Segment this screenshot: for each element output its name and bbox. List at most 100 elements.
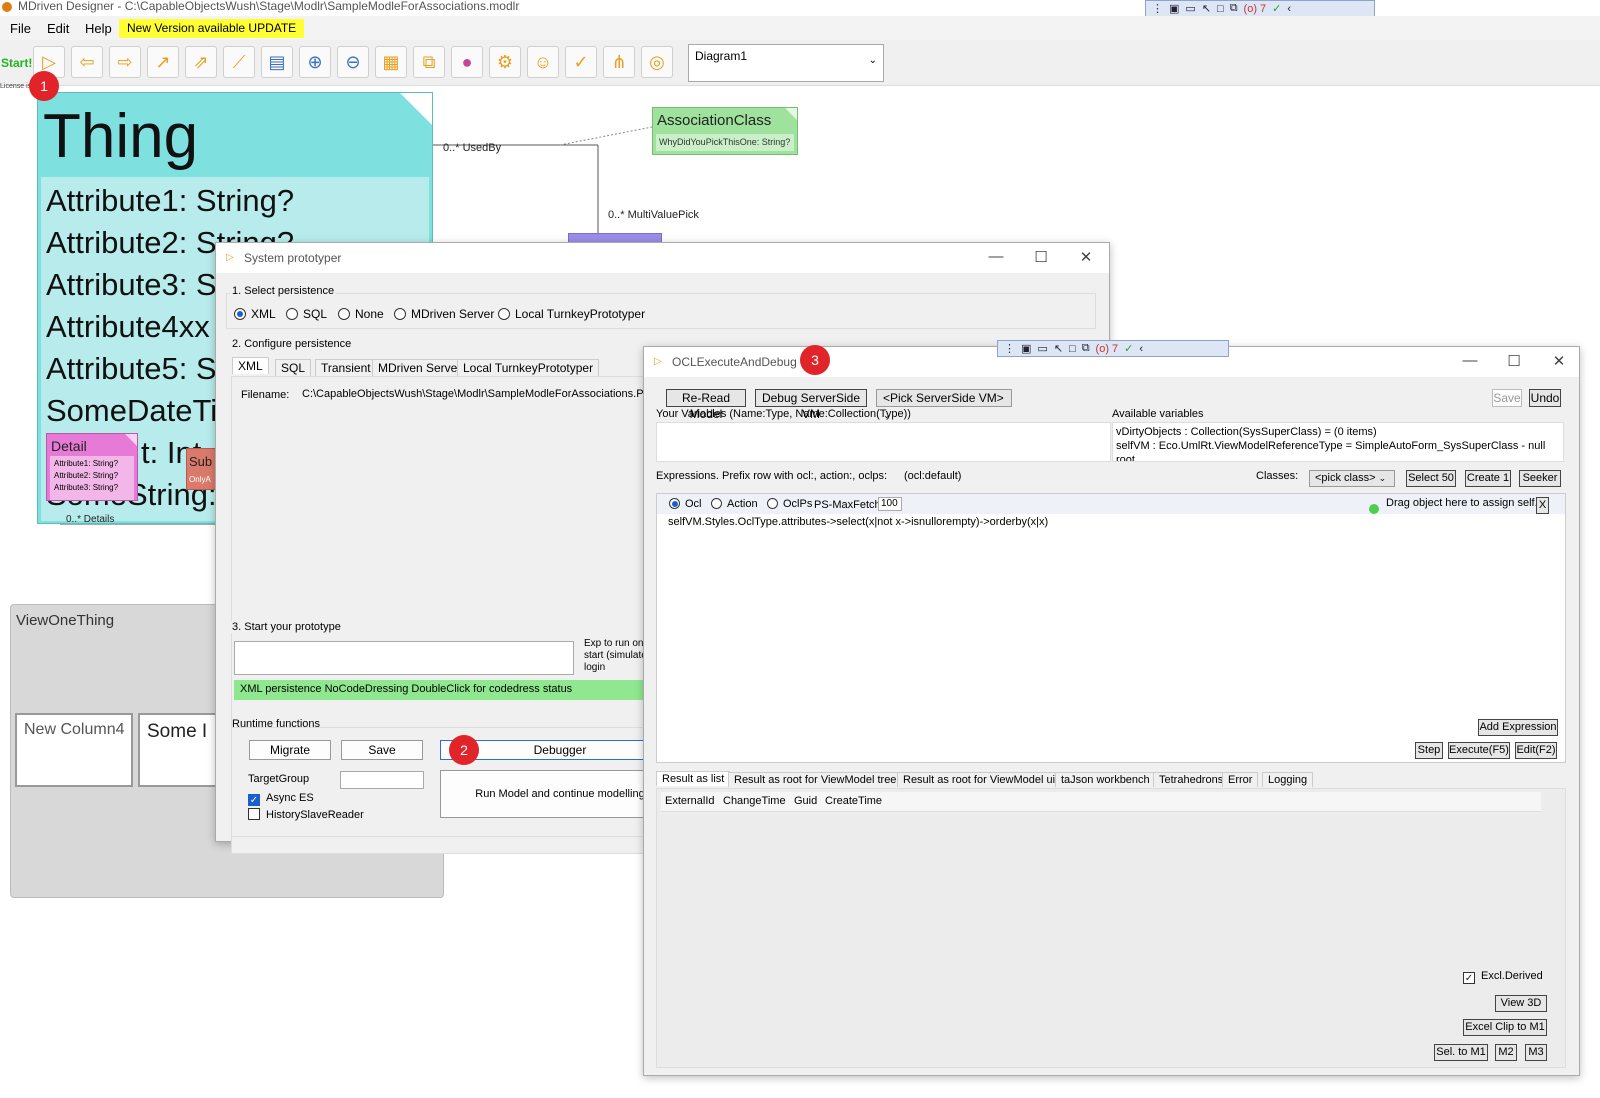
attribute[interactable]: Attribute1: String? xyxy=(46,183,294,219)
section-configure-persistence: 2. Configure persistence xyxy=(230,338,354,350)
ps-maxfetch-field[interactable]: 100 xyxy=(878,497,902,511)
radio-none[interactable]: None xyxy=(338,307,384,321)
tab-local-turnkey[interactable]: Local TurnkeyPrototyper xyxy=(457,359,600,376)
tab-transient[interactable]: Transient xyxy=(315,359,377,376)
tab-logging[interactable]: Logging xyxy=(1262,772,1314,787)
checkbox-box xyxy=(248,808,260,820)
maximize-icon[interactable]: ☐ xyxy=(1031,248,1051,266)
drag-hint: Drag object here to assign self. xyxy=(1386,497,1538,509)
expressions-label: Expressions. Prefix row with ocl:, actio… xyxy=(656,470,888,482)
tab-sql[interactable]: SQL xyxy=(275,359,312,376)
radio-mdriven-server[interactable]: MDriven Server xyxy=(394,307,494,321)
frame-select-icon[interactable]: ▣ xyxy=(1021,342,1031,355)
column-header[interactable]: CreateTime xyxy=(825,795,882,807)
column-header[interactable]: ExternalId xyxy=(665,795,715,807)
close-icon[interactable]: ✕ xyxy=(1076,248,1096,266)
tab-tajson-workbench[interactable]: taJson workbench xyxy=(1055,772,1156,787)
attribute[interactable]: Attribute3: String? xyxy=(54,482,130,494)
ocl-execute-debug-window: ▷ OCLExecuteAndDebug — ☐ ✕ ⋮ ▣ ▭ ↖ □ ⧉ (… xyxy=(643,340,1580,1076)
expression-editor[interactable]: Ocl Action OclPs PS-MaxFetch 100 Drag ob… xyxy=(656,493,1566,763)
your-variables-field[interactable] xyxy=(656,422,1111,462)
clear-expression-button[interactable]: X xyxy=(1536,497,1549,514)
column-header[interactable]: Guid xyxy=(794,795,817,807)
excl-derived-checkbox[interactable]: ✓ Excl.Derived xyxy=(1463,970,1543,984)
radio-local-turnkey[interactable]: Local TurnkeyPrototyper xyxy=(498,307,645,321)
your-variables-label: Your Variables (Name:Type, Name:Collecti… xyxy=(656,408,911,420)
rect-icon[interactable]: □ xyxy=(1069,343,1076,355)
sel-to-m1-button[interactable]: Sel. to M1 xyxy=(1434,1044,1488,1061)
tab-mdriven-server[interactable]: MDriven Server xyxy=(372,359,468,376)
chevron-left-icon[interactable]: ‹ xyxy=(1139,343,1143,355)
create1-button[interactable]: Create 1 xyxy=(1465,470,1511,487)
attribute[interactable]: WhyDidYouPickThisOne: String? xyxy=(656,134,794,151)
minimize-icon[interactable]: — xyxy=(986,248,1006,265)
view3d-button[interactable]: View 3D xyxy=(1495,995,1547,1012)
class-sub[interactable]: Sub OnlyA xyxy=(186,448,216,490)
class-associationclass[interactable]: AssociationClass WhyDidYouPickThisOne: S… xyxy=(652,107,798,155)
attribute[interactable]: Attribute2: String? xyxy=(54,470,130,482)
seeker-button[interactable]: Seeker xyxy=(1519,470,1561,487)
tab-result-viewmodel-tree[interactable]: Result as root for ViewModel tree xyxy=(728,772,903,787)
radio-label: XML xyxy=(251,307,276,321)
edit-button[interactable]: Edit(F2) xyxy=(1515,742,1557,759)
target-group-field[interactable] xyxy=(340,771,424,789)
class-detail[interactable]: Detail Attribute1: String? Attribute2: S… xyxy=(46,433,138,501)
pick-class-select[interactable]: <pick class> ⌄ xyxy=(1309,470,1395,487)
radio-oclps[interactable]: OclPs xyxy=(767,498,812,510)
exp-on-start-field[interactable] xyxy=(234,641,574,675)
debug-serverside-vm-button[interactable]: Debug ServerSide VM xyxy=(755,389,867,421)
excel-clip-button[interactable]: Excel Clip to M1 xyxy=(1463,1019,1547,1036)
save-button[interactable]: Save xyxy=(1492,389,1522,407)
m3-button[interactable]: M3 xyxy=(1525,1044,1547,1061)
class-corner-icon xyxy=(785,108,797,120)
app-icon: ▷ xyxy=(226,252,234,263)
radio-xml[interactable]: XML xyxy=(234,307,276,321)
tab-error[interactable]: Error xyxy=(1222,772,1259,787)
close-icon[interactable]: ✕ xyxy=(1549,352,1569,370)
attribute: OnlyA xyxy=(189,475,211,484)
select50-button[interactable]: Select 50 xyxy=(1406,470,1456,487)
tab-result-viewmodel-ui[interactable]: Result as root for ViewModel ui xyxy=(897,772,1062,787)
multi-select-icon[interactable]: ⧉ xyxy=(1082,342,1090,355)
step-button[interactable]: Step xyxy=(1415,742,1443,759)
status-bar[interactable]: XML persistence NoCodeDressing DoubleCli… xyxy=(234,680,704,700)
grip-icon[interactable]: ⋮ xyxy=(1004,342,1015,355)
class-detail-title: Detail xyxy=(51,438,87,454)
ocl-expression-text[interactable]: selfVM.Styles.OclType.attributes->select… xyxy=(668,516,1048,528)
radio-action[interactable]: Action xyxy=(711,498,758,510)
camera-icon[interactable]: ▭ xyxy=(1037,342,1047,355)
radio-ocl[interactable]: Ocl xyxy=(669,498,702,510)
tab-xml[interactable]: XML xyxy=(232,357,269,374)
add-expression-button[interactable]: Add Expression xyxy=(1478,719,1558,736)
history-slave-checkbox[interactable]: HistorySlaveReader xyxy=(248,808,364,821)
class-thing-title: Thing xyxy=(43,102,199,171)
save-button[interactable]: Save xyxy=(341,740,423,760)
column-header[interactable]: ChangeTime xyxy=(723,795,786,807)
available-variables-list[interactable]: vDirtyObjects : Collection(SysSuperClass… xyxy=(1112,422,1564,462)
minimize-icon[interactable]: — xyxy=(1460,352,1480,369)
result-panel: ExternalId ChangeTime Guid CreateTime ✓ E… xyxy=(656,788,1566,1068)
tab-tetrahedrons[interactable]: Tetrahedrons xyxy=(1153,772,1230,787)
reread-model-button[interactable]: Re-Read Model xyxy=(666,389,746,421)
pointer-icon[interactable]: ↖ xyxy=(1054,342,1063,355)
check-icon[interactable]: ✓ xyxy=(1124,342,1133,355)
select-value: <pick class> xyxy=(1315,472,1376,484)
migrate-button[interactable]: Migrate xyxy=(249,740,331,760)
tab-result-as-list[interactable]: Result as list xyxy=(656,771,731,786)
attribute[interactable]: Attribute1: String? xyxy=(54,458,130,470)
maximize-icon[interactable]: ☐ xyxy=(1504,352,1524,370)
m2-button[interactable]: M2 xyxy=(1495,1044,1517,1061)
attribute[interactable]: SomeDateTi xyxy=(46,393,217,429)
pick-serverside-vm-select[interactable]: <Pick ServerSide VM> ⌄ xyxy=(876,389,1012,420)
attribute[interactable]: Attribute3: S xyxy=(46,267,217,303)
attribute[interactable]: Attribute5: S xyxy=(46,351,217,387)
step-badge-1: 1 xyxy=(29,71,59,101)
undo-button[interactable]: Undo xyxy=(1529,389,1561,407)
label-usedby: 0..* UsedBy xyxy=(443,142,502,154)
section-select-persistence: 1. Select persistence xyxy=(230,285,337,297)
execute-button[interactable]: Execute(F5) xyxy=(1448,742,1510,759)
viewmodel-column[interactable]: New Column4 xyxy=(15,713,133,787)
radio-sql[interactable]: SQL xyxy=(286,307,327,321)
async-es-checkbox[interactable]: ✓ Async ES xyxy=(248,792,314,806)
attribute[interactable]: Attribute4xx xyxy=(46,309,210,345)
